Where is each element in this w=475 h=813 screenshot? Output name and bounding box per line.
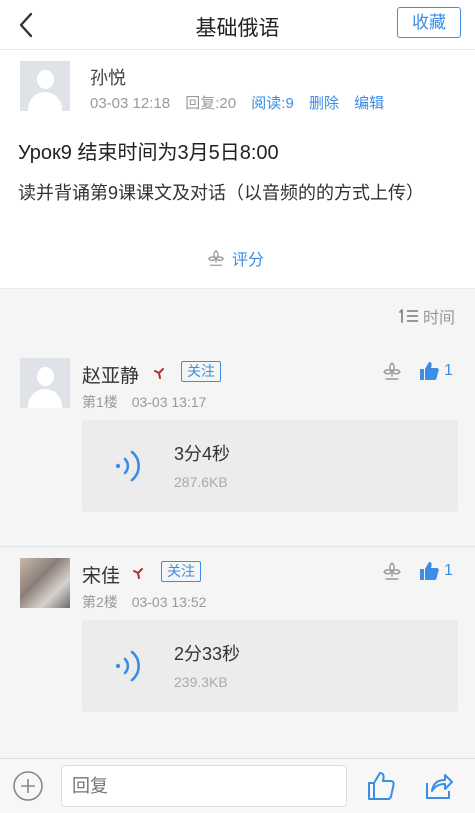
thumbs-up-icon[interactable] [366, 770, 396, 802]
audio-attachment[interactable]: 2分33秒 239.3KB [82, 620, 458, 712]
comment-meta: 第2楼 03-03 13:52 [82, 592, 216, 612]
comment-item: 赵亚静 关注 第1楼 03-03 13:17 1 3分4秒 287.6KB [0, 358, 475, 558]
commenter-avatar[interactable] [20, 558, 70, 608]
gender-icon [154, 368, 164, 379]
commenter-name[interactable]: 赵亚静 [82, 361, 139, 388]
audio-attachment[interactable]: 3分4秒 287.6KB [82, 420, 458, 512]
sort-icon [399, 309, 418, 323]
comment-time: 03-03 13:52 [131, 594, 207, 610]
flower-icon[interactable] [381, 560, 403, 582]
share-icon[interactable] [424, 771, 454, 801]
post-read-count[interactable]: 阅读:9 [251, 95, 294, 112]
like-count: 1 [444, 362, 453, 379]
post-title: Урок9 结束时间为3月5日8:00 [18, 142, 279, 164]
commenter-name[interactable]: 宋佳 [82, 561, 120, 588]
topic-post: 孙悦 03-03 12:18 回复:20 阅读:9 删除 编辑 Урок9 结束… [0, 50, 475, 288]
reply-input[interactable] [61, 765, 347, 807]
floor-number: 第2楼 [82, 594, 118, 610]
rate-label: 评分 [232, 252, 265, 269]
flower-icon[interactable] [381, 360, 403, 382]
divider [0, 546, 475, 547]
thumbs-up-icon [420, 362, 439, 380]
follow-button[interactable]: 关注 [161, 561, 201, 582]
edit-button[interactable]: 编辑 [354, 95, 384, 112]
post-meta: 03-03 12:18 回复:20 阅读:9 删除 编辑 [90, 92, 395, 113]
like-button[interactable]: 1 [418, 560, 453, 582]
plus-icon[interactable] [12, 770, 44, 802]
like-count: 1 [444, 562, 453, 579]
bottom-reply-bar [0, 758, 475, 813]
thumbs-up-icon [420, 562, 439, 580]
audio-duration: 2分33秒 [174, 644, 241, 664]
flower-icon [208, 250, 224, 266]
comments-section: 时间 赵亚静 关注 第1楼 03-03 13:17 1 3分4秒 287.6KB… [0, 288, 475, 758]
follow-button[interactable]: 关注 [181, 361, 221, 382]
audio-wave-icon [115, 650, 140, 682]
rate-button[interactable]: 评分 [206, 246, 264, 270]
top-navbar: 基础俄语 收藏 [0, 0, 475, 50]
sort-by-time-button[interactable]: 时间 [399, 304, 455, 328]
sort-label: 时间 [422, 310, 455, 327]
gender-icon [133, 568, 143, 579]
commenter-avatar[interactable] [20, 358, 70, 408]
audio-size: 239.3KB [174, 674, 228, 690]
comment-item: 宋佳 关注 第2楼 03-03 13:52 1 2分33秒 239.3KB [0, 558, 475, 758]
post-body: 读并背诵第9课课文及对话（以音频的的方式上传） [18, 183, 425, 203]
delete-button[interactable]: 删除 [309, 95, 339, 112]
author-avatar[interactable] [20, 61, 70, 111]
floor-number: 第1楼 [82, 394, 118, 410]
comment-meta: 第1楼 03-03 13:17 [82, 392, 216, 412]
post-author-name[interactable]: 孙悦 [90, 64, 126, 90]
audio-wave-icon [115, 450, 140, 482]
comment-time: 03-03 13:17 [131, 394, 207, 410]
audio-duration: 3分4秒 [174, 444, 231, 464]
favorite-button[interactable]: 收藏 [397, 7, 461, 38]
post-date: 03-03 12:18 [90, 95, 171, 112]
like-button[interactable]: 1 [418, 360, 453, 382]
audio-size: 287.6KB [174, 474, 228, 490]
post-reply-count: 回复:20 [185, 95, 237, 112]
